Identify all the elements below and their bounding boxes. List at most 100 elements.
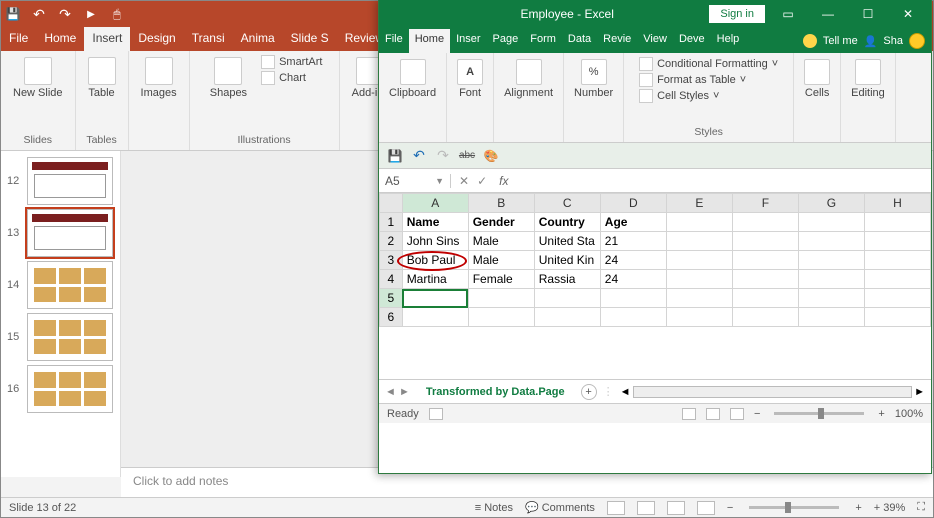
cell[interactable]: United Kin xyxy=(534,251,600,270)
redo-icon[interactable] xyxy=(57,6,73,22)
column-header[interactable]: H xyxy=(864,194,930,213)
zoom-slider[interactable] xyxy=(749,506,839,509)
row-header[interactable]: 6 xyxy=(380,308,403,327)
smiley-face-icon[interactable] xyxy=(909,33,925,49)
smartart-button[interactable]: SmartArt xyxy=(261,55,322,69)
zoom-level[interactable]: + 39% xyxy=(874,502,906,514)
cell[interactable]: Male xyxy=(468,251,534,270)
view-reading-icon[interactable] xyxy=(667,501,685,515)
close-icon[interactable] xyxy=(891,4,925,24)
cell[interactable] xyxy=(732,232,798,251)
column-header[interactable]: C xyxy=(534,194,600,213)
cell[interactable] xyxy=(600,308,666,327)
xl-zoom-slider[interactable] xyxy=(774,412,864,415)
sheet-nav[interactable]: ◄ ► xyxy=(385,386,410,398)
cell[interactable]: Age xyxy=(600,213,666,232)
xl-tab-insert[interactable]: Inser xyxy=(450,29,486,53)
cell[interactable] xyxy=(732,308,798,327)
comments-toggle[interactable]: 💬 Comments xyxy=(525,501,595,514)
column-header[interactable]: A xyxy=(402,194,468,213)
column-header[interactable]: B xyxy=(468,194,534,213)
row-header[interactable]: 5 xyxy=(380,289,403,308)
zoom-out[interactable]: − xyxy=(727,502,733,514)
undo-icon[interactable] xyxy=(31,6,47,22)
cell[interactable] xyxy=(732,289,798,308)
cell[interactable] xyxy=(798,289,864,308)
thumb-16[interactable]: 16 xyxy=(1,363,120,415)
table-button[interactable]: Table xyxy=(84,55,120,101)
horizontal-scrollbar[interactable]: ◄ ► xyxy=(620,386,925,398)
cell[interactable] xyxy=(468,308,534,327)
cell[interactable] xyxy=(666,232,732,251)
chart-button[interactable]: Chart xyxy=(261,71,322,85)
column-header[interactable]: F xyxy=(732,194,798,213)
xl-zoom-level[interactable]: 100% xyxy=(895,408,923,420)
cell[interactable]: Female xyxy=(468,270,534,289)
clipboard-button[interactable]: Clipboard xyxy=(385,57,440,101)
row-header[interactable]: 4 xyxy=(380,270,403,289)
tab-design[interactable]: Design xyxy=(130,27,183,51)
row-header[interactable]: 1 xyxy=(380,213,403,232)
xl-tab-view[interactable]: View xyxy=(637,29,673,53)
share-label[interactable]: Sha xyxy=(883,35,903,47)
cell[interactable]: United Sta xyxy=(534,232,600,251)
images-button[interactable]: Images xyxy=(137,55,181,101)
cell[interactable]: Gender xyxy=(468,213,534,232)
scroll-left-icon[interactable]: ◄ xyxy=(620,386,631,398)
new-sheet-button[interactable]: + xyxy=(581,384,597,400)
thumb-15[interactable]: 15 xyxy=(1,311,120,363)
xl-tab-file[interactable]: File xyxy=(379,29,409,53)
enter-icon[interactable]: ✓ xyxy=(477,174,487,188)
column-header[interactable]: G xyxy=(798,194,864,213)
cell[interactable]: Male xyxy=(468,232,534,251)
cell[interactable]: Martina xyxy=(402,270,468,289)
tab-home[interactable]: Home xyxy=(36,27,84,51)
xl-tab-help[interactable]: Help xyxy=(711,29,746,53)
xl-spellcheck-icon[interactable] xyxy=(459,148,475,164)
view-sorter-icon[interactable] xyxy=(637,501,655,515)
scroll-right-icon[interactable]: ► xyxy=(914,386,925,398)
cell[interactable] xyxy=(666,308,732,327)
tab-animations[interactable]: Anima xyxy=(233,27,283,51)
tab-transitions[interactable]: Transi xyxy=(184,27,233,51)
name-box[interactable]: A5▼ xyxy=(379,174,451,188)
cell[interactable]: Country xyxy=(534,213,600,232)
xl-tab-home[interactable]: Home xyxy=(409,29,450,53)
cell[interactable] xyxy=(864,251,930,270)
cell[interactable] xyxy=(534,308,600,327)
notes-toggle[interactable]: ≡ Notes xyxy=(475,502,513,514)
cell[interactable] xyxy=(534,289,600,308)
view-normal-icon[interactable] xyxy=(607,501,625,515)
cell[interactable] xyxy=(666,289,732,308)
fit-to-window[interactable]: ⛶ xyxy=(917,501,925,514)
cell[interactable] xyxy=(798,308,864,327)
zoom-in[interactable]: + xyxy=(878,408,884,420)
save-icon[interactable] xyxy=(5,6,21,22)
font-button[interactable]: AFont xyxy=(453,57,487,101)
new-slide-button[interactable]: New Slide xyxy=(9,55,67,101)
xl-theme-icon[interactable] xyxy=(483,148,499,164)
cell[interactable] xyxy=(864,308,930,327)
format-as-table-button[interactable]: Format as Table ˅ xyxy=(639,73,778,87)
cell[interactable] xyxy=(732,251,798,270)
minimize-icon[interactable] xyxy=(811,4,845,24)
cell[interactable] xyxy=(666,251,732,270)
xl-tab-developer[interactable]: Deve xyxy=(673,29,711,53)
column-header[interactable]: E xyxy=(666,194,732,213)
view-slideshow-icon[interactable] xyxy=(697,501,715,515)
shapes-button[interactable]: Shapes xyxy=(206,55,251,101)
number-button[interactable]: %Number xyxy=(570,57,617,101)
thumb-12[interactable]: 12 xyxy=(1,155,120,207)
xl-undo-icon[interactable] xyxy=(411,148,427,164)
tab-insert[interactable]: Insert xyxy=(84,27,130,51)
xl-tab-formulas[interactable]: Form xyxy=(524,29,562,53)
signin-button[interactable]: Sign in xyxy=(709,5,765,23)
alignment-button[interactable]: Alignment xyxy=(500,57,557,101)
xl-tab-page[interactable]: Page xyxy=(487,29,525,53)
cell[interactable] xyxy=(732,213,798,232)
row-header[interactable]: 2 xyxy=(380,232,403,251)
conditional-formatting-button[interactable]: Conditional Formatting ˅ xyxy=(639,57,778,71)
view-page-layout-icon[interactable] xyxy=(706,408,720,420)
cell[interactable]: Name xyxy=(402,213,468,232)
cell[interactable] xyxy=(402,308,468,327)
